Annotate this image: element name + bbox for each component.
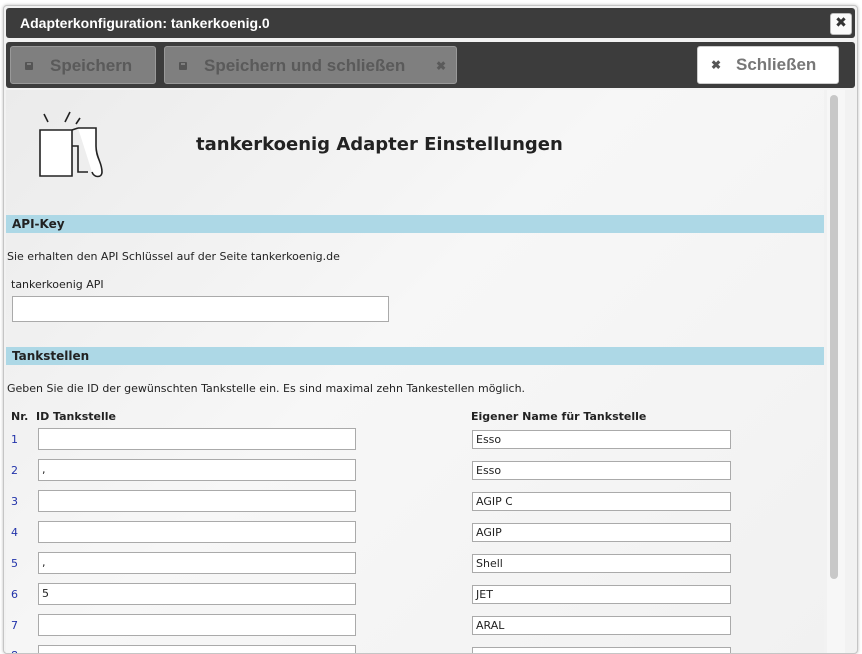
floppy-disk-icon bbox=[179, 62, 187, 70]
station-row-number: 3 bbox=[11, 495, 18, 508]
station-id-input[interactable] bbox=[38, 428, 356, 450]
close-x-icon: ✖ bbox=[711, 58, 722, 72]
scrollbar-thumb[interactable] bbox=[830, 95, 838, 579]
station-name-input[interactable]: ARAL bbox=[472, 616, 731, 635]
station-name-input[interactable]: Esso bbox=[472, 461, 731, 480]
station-name-input[interactable]: AGIP C bbox=[472, 492, 731, 511]
dialog-close-icon[interactable]: ✖ bbox=[830, 13, 852, 35]
station-id-input[interactable] bbox=[38, 645, 356, 653]
station-row-number: 5 bbox=[11, 557, 18, 570]
redacted-area bbox=[504, 555, 572, 570]
station-id-input[interactable]: , bbox=[38, 552, 356, 574]
column-header-nr: Nr. bbox=[11, 410, 29, 423]
toolbar: Speichern Speichern und schließen ✖ ✖ Sc… bbox=[6, 42, 855, 88]
close-button-label: Schließen bbox=[736, 55, 817, 74]
station-row-number: 4 bbox=[11, 526, 18, 539]
page-heading: tankerkoenig Adapter Einstellungen bbox=[196, 134, 563, 155]
api-key-section-header: API-Key bbox=[6, 215, 824, 233]
station-id-input[interactable] bbox=[38, 521, 356, 543]
save-button-label: Speichern bbox=[50, 56, 133, 75]
stations-info: Geben Sie die ID der gewünschten Tankste… bbox=[7, 382, 526, 395]
station-id-input[interactable]: , bbox=[38, 459, 356, 481]
dialog-title: Adapterkonfiguration: tankerkoenig.0 bbox=[20, 15, 270, 31]
dialog-titlebar[interactable]: Adapterkonfiguration: tankerkoenig.0 ✖ bbox=[6, 8, 855, 38]
tankerkoenig-logo-icon bbox=[39, 111, 103, 178]
settings-content: tankerkoenig Adapter Einstellungen API-K… bbox=[6, 90, 824, 653]
column-header-name: Eigener Name für Tankstelle bbox=[471, 410, 647, 423]
station-name-input[interactable]: AGIP bbox=[472, 523, 731, 542]
station-row-number: 2 bbox=[11, 464, 18, 477]
save-and-close-button[interactable]: Speichern und schließen ✖ bbox=[164, 46, 457, 84]
floppy-disk-icon bbox=[25, 62, 33, 70]
column-header-id: ID Tankstelle bbox=[36, 410, 116, 423]
api-key-label: tankerkoenig API bbox=[11, 278, 104, 291]
station-row-number: 7 bbox=[11, 619, 18, 632]
adapter-config-dialog: Adapterkonfiguration: tankerkoenig.0 ✖ S… bbox=[3, 5, 858, 654]
station-row-number: 1 bbox=[11, 433, 18, 446]
close-x-icon: ✖ bbox=[435, 59, 446, 73]
station-name-input[interactable]: Esso bbox=[472, 430, 731, 449]
station-row-number: 6 bbox=[11, 588, 18, 601]
vertical-scrollbar[interactable] bbox=[827, 90, 845, 653]
close-button[interactable]: ✖ Schließen bbox=[697, 46, 839, 84]
redacted-area bbox=[512, 493, 592, 508]
redacted-area bbox=[500, 586, 594, 601]
save-button[interactable]: Speichern bbox=[10, 46, 156, 84]
api-key-input[interactable] bbox=[12, 296, 389, 322]
station-id-input[interactable]: 5 bbox=[38, 583, 356, 605]
station-name-input[interactable] bbox=[472, 647, 731, 653]
save-and-close-label: Speichern und schließen bbox=[204, 56, 406, 75]
stations-section-header: Tankstellen bbox=[6, 347, 824, 365]
station-row-number: 8 bbox=[11, 649, 18, 653]
api-key-info: Sie erhalten den API Schlüssel auf der S… bbox=[7, 250, 340, 263]
station-id-input[interactable] bbox=[38, 490, 356, 512]
station-id-input[interactable] bbox=[38, 614, 356, 636]
